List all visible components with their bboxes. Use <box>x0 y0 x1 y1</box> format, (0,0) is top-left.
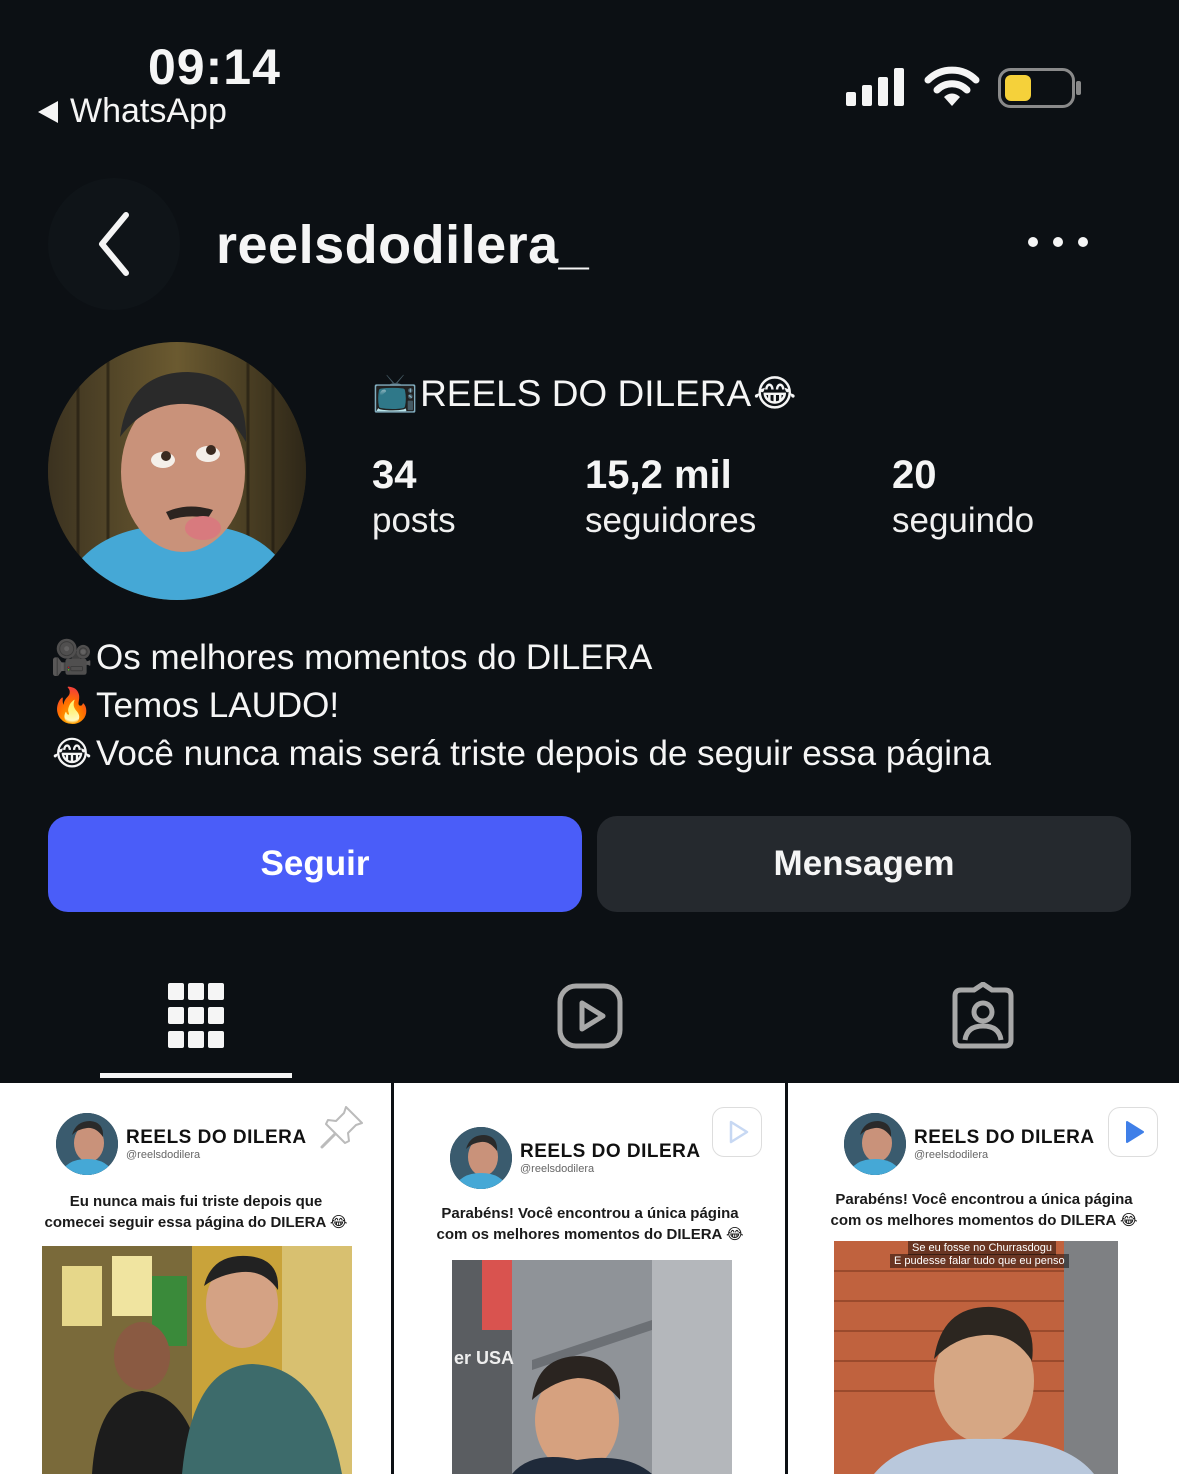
more-options-button[interactable] <box>1028 226 1088 258</box>
reel-badge <box>712 1107 762 1157</box>
followers-stat[interactable]: 15,2 mil seguidores <box>585 452 756 544</box>
bio-line: 🔥 Temos LAUDO! <box>48 682 991 730</box>
reels-icon <box>557 983 623 1049</box>
post-tile[interactable]: REELS DO DILERA @reelsdodilera Parabéns!… <box>394 1083 785 1474</box>
reel-badge <box>1108 1107 1158 1157</box>
caption-line: com os melhores momentos do DILERA 😂 <box>830 1212 1138 1229</box>
post-header-text: REELS DO DILERA @reelsdodilera <box>914 1127 1095 1161</box>
profile-display-name: 📺 REELS DO DILERA 😂 <box>372 372 796 415</box>
post-caption: Eu nunca mais fui triste depois que come… <box>6 1191 386 1233</box>
active-tab-indicator <box>100 1073 292 1078</box>
caption-line: Eu nunca mais fui triste depois que <box>69 1193 323 1210</box>
post-header: REELS DO DILERA @reelsdodilera <box>844 1113 1095 1175</box>
tv-emoji-icon: 📺 <box>372 372 419 413</box>
post-avatar <box>56 1113 118 1175</box>
camera-emoji-icon: 🎥 <box>50 639 94 677</box>
tab-tagged[interactable] <box>943 976 1023 1056</box>
caption-line: Parabéns! Você encontrou a única página <box>441 1205 739 1222</box>
post-handle: @reelsdodilera <box>126 1149 201 1161</box>
back-button[interactable] <box>48 178 180 310</box>
display-name-text: REELS DO DILERA <box>420 372 752 414</box>
back-triangle-icon <box>38 100 58 123</box>
fire-emoji-icon: 🔥 <box>50 687 94 725</box>
caption-line: comecei seguir essa página do DILERA 😂 <box>44 1214 348 1231</box>
post-header: REELS DO DILERA @reelsdodilera <box>450 1127 701 1189</box>
wifi-icon <box>924 66 980 106</box>
caption-line: Parabéns! Você encontrou a única página <box>835 1191 1133 1208</box>
posts-label: posts <box>372 501 456 540</box>
laughing-emoji-icon: 😂 <box>753 373 797 414</box>
post-tile[interactable]: REELS DO DILERA @reelsdodilera Parabéns!… <box>788 1083 1179 1474</box>
post-caption: Parabéns! Você encontrou a única página … <box>400 1203 780 1245</box>
post-tile[interactable]: REELS DO DILERA @reelsdodilera Eu nunca … <box>0 1083 391 1474</box>
more-dot-icon <box>1053 237 1063 247</box>
post-header: REELS DO DILERA @reelsdodilera <box>56 1113 307 1175</box>
post-avatar <box>450 1127 512 1189</box>
following-count: 20 <box>892 453 937 497</box>
bio-line: 😂 Você nunca mais será triste depois de … <box>48 730 991 778</box>
avatar-image <box>48 342 306 600</box>
post-title: REELS DO DILERA <box>914 1127 1095 1148</box>
following-label: seguindo <box>892 501 1035 540</box>
caption-line: com os melhores momentos do DILERA 😂 <box>436 1226 744 1243</box>
post-handle: @reelsdodilera <box>914 1149 989 1161</box>
post-header-text: REELS DO DILERA @reelsdodilera <box>126 1127 307 1161</box>
post-header-text: REELS DO DILERA @reelsdodilera <box>520 1141 701 1175</box>
post-photo <box>42 1246 352 1474</box>
back-to-app-link[interactable]: WhatsApp <box>38 92 227 131</box>
post-photo: Se eu fosse no Churrasdogu E pudesse fal… <box>834 1241 1118 1474</box>
more-dot-icon <box>1078 237 1088 247</box>
profile-avatar[interactable] <box>48 342 306 600</box>
chevron-left-icon <box>99 212 129 276</box>
grid-icon <box>168 983 224 1048</box>
more-dot-icon <box>1028 237 1038 247</box>
battery-icon <box>998 68 1081 108</box>
pin-icon <box>320 1106 363 1149</box>
reel-play-icon <box>1126 1121 1144 1143</box>
video-overlay-text: Se eu fosse no Churrasdogu <box>908 1241 1057 1255</box>
video-overlay-text: E pudesse falar tudo que eu penso <box>890 1254 1069 1268</box>
tab-grid[interactable] <box>156 976 236 1056</box>
post-title: REELS DO DILERA <box>126 1127 307 1148</box>
bio-text: Temos LAUDO! <box>96 686 340 725</box>
tab-reels[interactable] <box>550 976 630 1056</box>
post-title: REELS DO DILERA <box>520 1141 701 1162</box>
tagged-icon <box>952 982 1014 1049</box>
post-photo: er USA <box>452 1260 732 1474</box>
laughing-emoji-icon: 😂 <box>52 735 92 773</box>
reel-play-icon <box>729 1120 749 1144</box>
posts-stat[interactable]: 34 posts <box>372 452 456 544</box>
status-time: 09:14 <box>148 39 281 95</box>
profile-username: reelsdodilera_ <box>216 215 590 275</box>
bio-text: Você nunca mais será triste depois de se… <box>96 734 991 773</box>
profile-bio: 🎥 Os melhores momentos do DILERA 🔥 Temos… <box>48 634 991 778</box>
posts-grid: REELS DO DILERA @reelsdodilera Eu nunca … <box>0 1083 1179 1474</box>
pinned-badge <box>318 1103 366 1151</box>
followers-label: seguidores <box>585 501 757 540</box>
post-avatar <box>844 1113 906 1175</box>
posts-count: 34 <box>372 453 417 497</box>
followers-count: 15,2 mil <box>585 453 732 497</box>
follow-button[interactable]: Seguir <box>48 816 582 912</box>
message-button[interactable]: Mensagem <box>597 816 1131 912</box>
post-caption: Parabéns! Você encontrou a única página … <box>794 1189 1174 1231</box>
bio-text: Os melhores momentos do DILERA <box>96 638 653 677</box>
cellular-signal-icon <box>846 68 904 106</box>
following-stat[interactable]: 20 seguindo <box>892 452 1034 544</box>
bio-line: 🎥 Os melhores momentos do DILERA <box>48 634 991 682</box>
back-app-label: WhatsApp <box>70 92 227 130</box>
svg-text:er USA: er USA <box>454 1348 514 1368</box>
post-handle: @reelsdodilera <box>520 1163 595 1175</box>
